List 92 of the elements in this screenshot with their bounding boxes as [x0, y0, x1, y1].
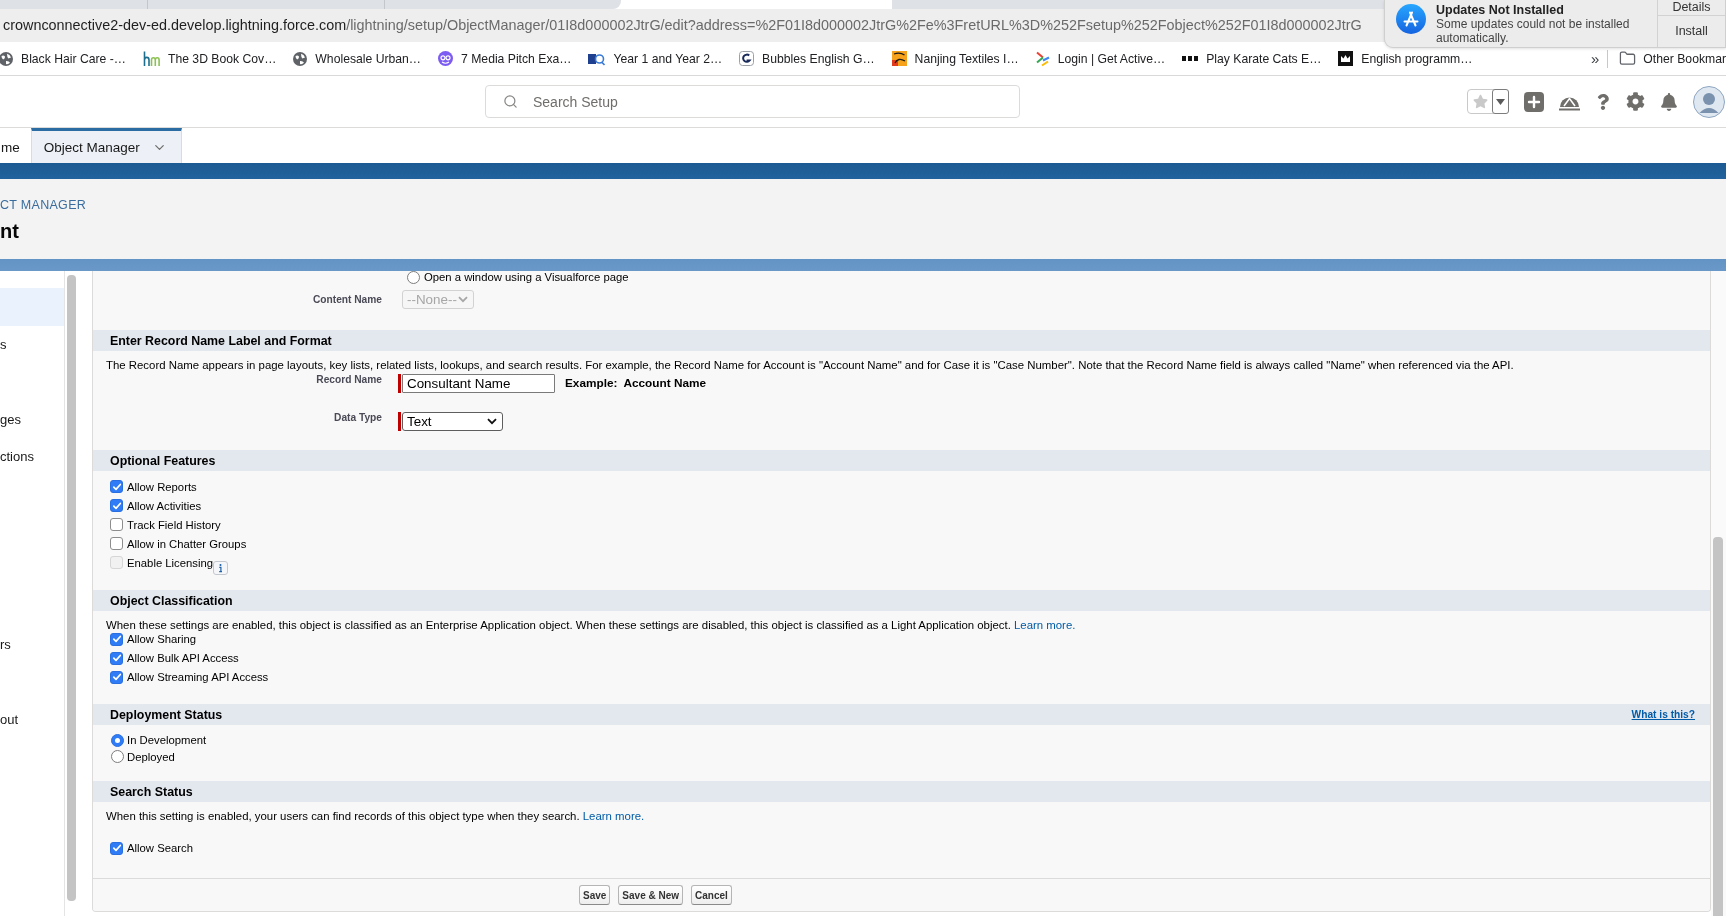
bookmark-link[interactable]: Wholesale Urban…	[293, 51, 422, 66]
checkbox-label: Enable Licensing	[127, 555, 214, 570]
section-description: The Record Name appears in page layouts, key lists, related lists, lookups, and search results. For example, the Record Name for Account is "Account Name" and for Case it is "Case Number". Note that the Record Name field is always called "Name" when referenced via the API.	[105, 358, 1515, 372]
radio-button[interactable]	[407, 271, 420, 284]
checkbox-label: Allow Sharing	[127, 632, 197, 646]
bookmark-link[interactable]: Login | Get Active…	[1035, 50, 1166, 67]
scrollbar-thumb[interactable]	[1713, 537, 1723, 916]
learn-more-link[interactable]: Learn more.	[1014, 619, 1076, 631]
settings-icon[interactable]	[1626, 92, 1645, 111]
dropdown[interactable]: Text	[402, 412, 503, 431]
logo-icon	[739, 51, 755, 66]
text-field[interactable]: Consultant Name	[402, 374, 555, 393]
form-button[interactable]: Cancel	[691, 885, 732, 905]
logo-icon	[588, 51, 606, 66]
round-logo-icon	[438, 51, 454, 66]
checkbox[interactable]	[110, 537, 123, 550]
checkbox-label: Allow Search	[127, 841, 193, 855]
search-field[interactable]: Search Setup	[485, 85, 1020, 118]
favorites-button[interactable]	[1467, 89, 1509, 114]
breadcrumb-link[interactable]: CT MANAGER	[0, 198, 1726, 212]
globe-icon	[0, 51, 13, 66]
help-icon[interactable]	[1595, 93, 1611, 110]
star-icon	[1473, 94, 1488, 109]
logo-icon	[142, 51, 160, 66]
radio-label: Open a window using a Visualforce page	[424, 271, 629, 284]
bell-icon[interactable]	[1660, 92, 1678, 111]
folder-icon	[1619, 50, 1637, 67]
example-label: Example:	[565, 375, 618, 392]
sidebar-item[interactable]: rs	[0, 625, 64, 663]
checkbox[interactable]	[110, 480, 123, 493]
page-title: nt	[0, 219, 20, 243]
field-label: Content Name	[311, 294, 382, 305]
section-title: Search Status	[110, 784, 193, 799]
section-title: Enter Record Name Label and Format	[110, 333, 332, 348]
other-bookmarks-link[interactable]: Other Bookmar	[1619, 50, 1726, 67]
section-description: When these settings are enabled, this object is classified as an Enterprise Application object. When these settings are disabled, this object is classified as a Light Application object. Learn more.	[105, 618, 1077, 632]
bookmark-link[interactable]: Bubbles English G…	[739, 51, 875, 66]
form-button[interactable]: Save	[579, 885, 611, 905]
sidebar-item[interactable]: ctions	[0, 438, 64, 476]
search-icon	[503, 94, 518, 109]
field-label: Data Type	[333, 412, 382, 424]
checkbox-label: Allow Activities	[127, 498, 202, 513]
avatar-icon[interactable]	[1693, 85, 1725, 118]
checkbox[interactable]	[110, 632, 123, 646]
example-value: Account Name	[623, 375, 707, 392]
radio-button[interactable]	[111, 750, 124, 764]
checkbox-label: Allow in Chatter Groups	[127, 536, 247, 551]
radio-button[interactable]	[111, 733, 124, 747]
scrollbar-thumb[interactable]	[67, 275, 76, 901]
bookmark-link[interactable]: The 3D Book Cov…	[142, 51, 277, 66]
sidebar-item[interactable]: ges	[0, 400, 64, 438]
chevron-icon	[458, 296, 468, 303]
sidebar-item[interactable]: s	[0, 325, 64, 363]
crown-icon	[1338, 51, 1354, 66]
checkbox-label: Allow Bulk API Access	[127, 651, 239, 665]
field-label: Record Name	[315, 374, 382, 386]
notification-button[interactable]: Details	[1658, 0, 1725, 16]
section-title: Object Classification	[110, 593, 233, 608]
sidebar-item[interactable]: out	[0, 700, 64, 738]
caret-icon[interactable]	[1492, 89, 1509, 114]
bookmark-link[interactable]: English programm…	[1338, 51, 1473, 66]
section-description: When this setting is enabled, your users can find records of this object type when they search. Learn more.	[105, 809, 646, 823]
bookmark-link[interactable]: Play Karate Cats E…	[1182, 51, 1322, 66]
bookmark-link[interactable]: Black Hair Care -…	[0, 51, 126, 66]
checkbox-label: Track Field History	[127, 517, 221, 532]
more-bookmarks-button[interactable]: »	[1591, 50, 1600, 67]
checkbox-label: Allow Streaming API Access	[127, 670, 269, 684]
help-link[interactable]: What is this?	[1631, 709, 1695, 720]
notification-message: Some updates could not be installed automatically.	[1436, 17, 1631, 45]
nav-tab[interactable]: Object Manager	[30, 128, 182, 163]
bookmark-link[interactable]: Nanjing Textiles I…	[891, 51, 1019, 66]
radio-label: Deployed	[127, 749, 175, 764]
globe-icon	[293, 51, 308, 66]
app-icon	[1396, 4, 1426, 34]
bookmark-link[interactable]: 7 Media Pitch Exa…	[438, 51, 572, 66]
learn-more-link[interactable]: Learn more.	[582, 810, 645, 822]
bookmark-link[interactable]: Year 1 and Year 2…	[588, 51, 723, 66]
chevrons-icon	[1035, 50, 1050, 67]
squares-icon	[1182, 56, 1199, 61]
section-title: Deployment Status	[110, 707, 223, 722]
checkbox[interactable]	[110, 841, 123, 855]
checkbox[interactable]	[110, 651, 123, 665]
checkbox-label: Allow Reports	[127, 479, 197, 494]
section-title: Optional Features	[110, 453, 216, 468]
chevron-icon	[487, 418, 497, 425]
checkbox[interactable]	[110, 499, 123, 512]
logo-icon	[891, 51, 907, 66]
plus-icon[interactable]	[1524, 91, 1544, 112]
checkbox[interactable]	[110, 518, 123, 531]
form-button[interactable]: Save & New	[618, 885, 684, 905]
radio-label: In Development	[127, 733, 207, 748]
checkbox[interactable]	[110, 670, 123, 684]
